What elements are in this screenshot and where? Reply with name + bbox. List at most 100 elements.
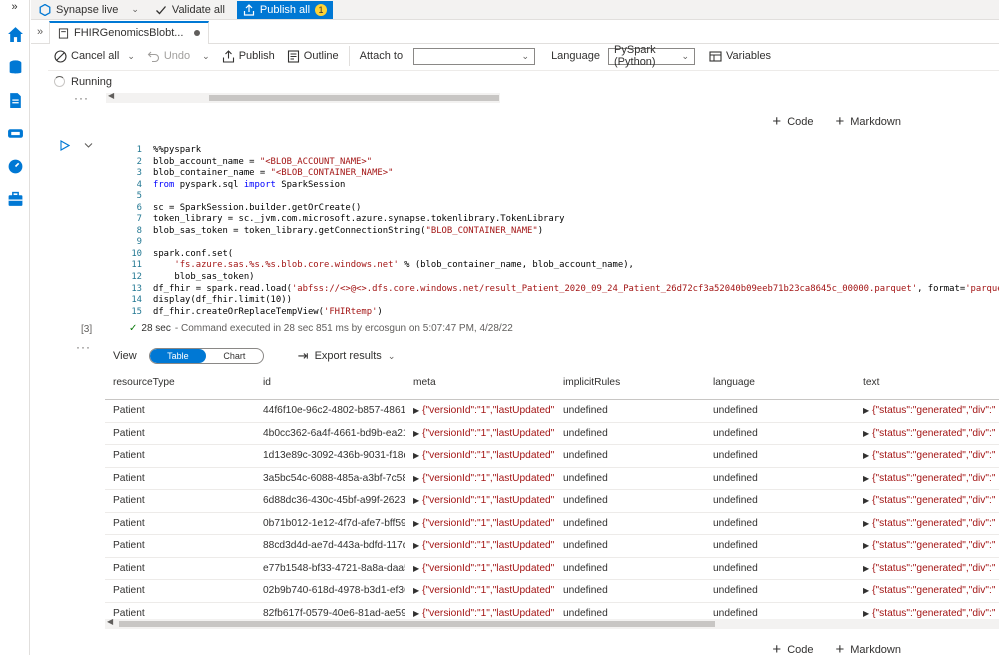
export-results-button[interactable]: ⇥ Export results ⌄ (298, 348, 396, 364)
more-options-icon[interactable]: ··· (74, 91, 89, 105)
expand-explorer-button[interactable]: » (31, 26, 49, 38)
publish-all-button[interactable]: Publish all 1 (236, 0, 334, 19)
table-row: Patient 1d13e89c-3092-436b-9031-f18d... ▶{… (105, 445, 999, 468)
notebook-icon (58, 27, 69, 39)
undo-button[interactable]: Undo ⌄ (141, 45, 216, 67)
home-icon[interactable] (0, 18, 30, 51)
code-line: 7 token_library = sc._jvm.com.microsoft.a… (120, 214, 999, 226)
table-cell[interactable]: ▶{"versionId":"1","lastUpdated":"20 (405, 428, 555, 439)
table-cell[interactable]: ▶{"versionId":"1","lastUpdated":"20 (405, 473, 555, 484)
table-cell: undefined (563, 585, 608, 597)
table-cell[interactable]: ▶{"status":"generated","div":"<div (855, 428, 995, 439)
table-cell[interactable]: ▶{"status":"generated","div":"<div (855, 585, 995, 596)
table-cell[interactable]: ▶{"versionId":"1","lastUpdated":"20 (405, 563, 555, 574)
tab-notebook[interactable]: FHIRGenomicsBlobt... (49, 20, 210, 44)
code-token: 'abfss://<>@<>.dfs.core.windows.net/resu… (291, 283, 918, 294)
integrate-icon[interactable] (0, 117, 30, 150)
expand-json-icon[interactable]: ▶ (863, 496, 869, 505)
column-header[interactable]: meta (405, 377, 555, 388)
expand-json-icon[interactable]: ▶ (863, 541, 869, 550)
table-cell[interactable]: ▶{"versionId":"1","lastUpdated":"20 (405, 585, 555, 596)
cancel-all-label: Cancel all (71, 50, 120, 62)
column-header[interactable]: language (705, 377, 855, 388)
expand-json-icon[interactable]: ▶ (863, 564, 869, 573)
validate-all-button[interactable]: Validate all (147, 1, 233, 19)
table-cell[interactable]: ▶{"versionId":"1","lastUpdated":"20 (405, 405, 555, 416)
collapse-cell-icon[interactable] (83, 140, 94, 151)
column-header[interactable]: id (255, 377, 405, 388)
chevron-down-icon[interactable]: ⌄ (127, 51, 135, 62)
add-code-cell-button[interactable]: + Code (772, 114, 813, 129)
output-more-options-icon[interactable]: ··· (76, 340, 91, 354)
expand-nav-button[interactable]: » (0, 0, 29, 18)
table-cell[interactable]: ▶{"status":"generated","div":"<div (855, 495, 995, 506)
cancel-all-button[interactable]: Cancel all ⌄ (48, 45, 141, 67)
expand-json-icon[interactable]: ▶ (863, 406, 869, 415)
scrollbar-thumb[interactable] (119, 621, 715, 627)
expand-json-icon[interactable]: ▶ (413, 451, 419, 460)
expand-json-icon[interactable]: ▶ (413, 474, 419, 483)
chart-view-toggle[interactable]: Chart (206, 349, 263, 363)
expand-json-icon[interactable]: ▶ (413, 429, 419, 438)
results-scrollbar[interactable]: ◀ (105, 617, 999, 629)
scrollbar-thumb[interactable] (209, 95, 499, 101)
table-cell[interactable]: ▶{"status":"generated","div":"<div (855, 405, 995, 416)
publish-button[interactable]: Publish (216, 45, 281, 67)
add-markdown-cell-button[interactable]: + Markdown (835, 114, 901, 129)
table-row: Patient 4b0cc362-6a4f-4661-bd9b-ea21... ▶{… (105, 423, 999, 445)
variables-button[interactable]: Variables (703, 45, 777, 67)
line-number: 5 (136, 191, 142, 202)
unsaved-dot-icon[interactable] (194, 30, 201, 36)
mode-selector[interactable]: Synapse live ⌄ (31, 1, 147, 19)
expand-json-icon[interactable]: ▶ (863, 451, 869, 460)
expand-json-icon[interactable]: ▶ (863, 609, 869, 618)
expand-json-icon[interactable]: ▶ (413, 496, 419, 505)
chevron-down-icon[interactable]: ⌄ (202, 51, 210, 62)
code-editor[interactable]: 1 %%pyspark 2 blob_account_name = "<BLOB_AC… (120, 145, 999, 318)
column-header[interactable]: resourceType (105, 377, 255, 388)
table-cell[interactable]: ▶{"versionId":"1","lastUpdated":"20 (405, 495, 555, 506)
scroll-left-icon[interactable]: ◀ (107, 617, 113, 626)
expand-json-icon[interactable]: ▶ (413, 541, 419, 550)
table-cell[interactable]: ▶{"versionId":"1","lastUpdated":"20 (405, 518, 555, 529)
json-value: {"status":"generated","div":"<div (872, 540, 995, 552)
expand-json-icon[interactable]: ▶ (863, 429, 869, 438)
expand-json-icon[interactable]: ▶ (413, 564, 419, 573)
expand-json-icon[interactable]: ▶ (863, 586, 869, 595)
code-token: token_library = sc._jvm.com.microsoft.az… (153, 214, 565, 225)
data-icon[interactable] (0, 51, 30, 84)
expand-json-icon[interactable]: ▶ (413, 406, 419, 415)
table-cell[interactable]: ▶{"status":"generated","div":"<div (855, 540, 995, 551)
table-cell[interactable]: ▶{"status":"generated","div":"<div (855, 518, 995, 529)
table-cell[interactable]: ▶{"status":"generated","div":"<div (855, 473, 995, 484)
outline-button[interactable]: Outline (281, 45, 345, 67)
expand-json-icon[interactable]: ▶ (413, 586, 419, 595)
table-cell[interactable]: ▶{"status":"generated","div":"<div (855, 608, 995, 619)
expand-json-icon[interactable]: ▶ (413, 519, 419, 528)
run-cell-icon[interactable] (59, 140, 70, 151)
attach-to-dropdown[interactable]: ⌄ (413, 47, 536, 65)
monitor-icon[interactable] (0, 150, 30, 183)
attach-to-group: Attach to ⌄ (354, 45, 541, 67)
table-cell[interactable]: ▶{"versionId":"1","lastUpdated":"20 (405, 450, 555, 461)
table-cell[interactable]: ▶{"status":"generated","div":"<div (855, 563, 995, 574)
cancel-icon (54, 49, 67, 63)
table-cell: Patient (113, 472, 145, 484)
expand-json-icon[interactable]: ▶ (863, 474, 869, 483)
column-header[interactable]: implicitRules (555, 377, 705, 388)
manage-icon[interactable] (0, 183, 30, 216)
table-cell[interactable]: ▶{"status":"generated","div":"<div (855, 450, 995, 461)
expand-json-icon[interactable]: ▶ (413, 609, 419, 618)
scroll-left-icon[interactable]: ◀ (108, 91, 114, 100)
add-markdown-cell-button[interactable]: + Markdown (835, 642, 901, 655)
column-header[interactable]: text (855, 377, 995, 388)
language-dropdown[interactable]: PySpark (Python) ⌄ (608, 44, 696, 68)
table-cell[interactable]: ▶{"versionId":"1","lastUpdated":"20 (405, 608, 555, 619)
develop-icon[interactable] (0, 84, 30, 117)
table-view-toggle[interactable]: Table (149, 349, 207, 363)
expand-json-icon[interactable]: ▶ (863, 519, 869, 528)
json-value: {"status":"generated","div":"<div (872, 495, 995, 507)
previous-output-scrollbar[interactable]: ◀ (106, 91, 500, 103)
table-cell[interactable]: ▶{"versionId":"1","lastUpdated":"20 (405, 540, 555, 551)
add-code-cell-button[interactable]: + Code (772, 642, 813, 655)
